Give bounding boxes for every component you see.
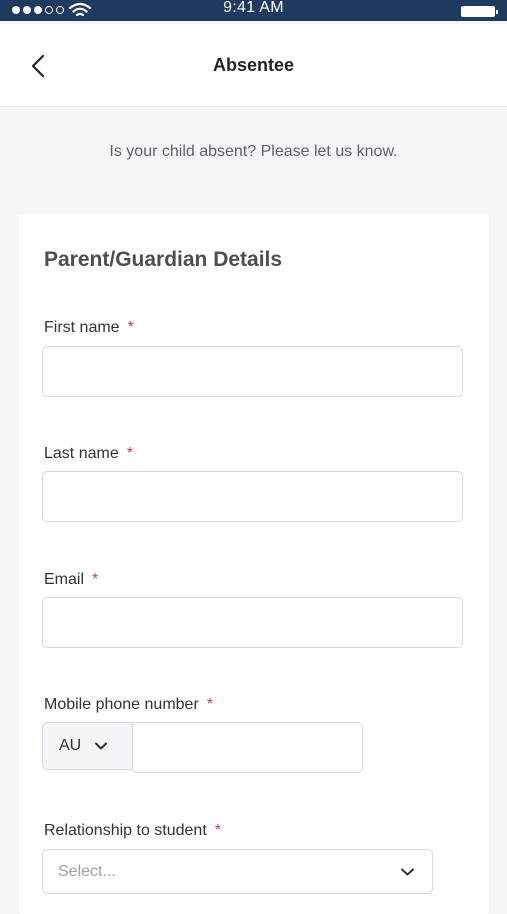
first-name-label-text: First name	[44, 319, 120, 336]
page-title: Absentee	[212, 55, 295, 75]
email-field[interactable]	[42, 597, 463, 648]
chevron-down-icon	[401, 868, 414, 875]
status-time: 9:41 AM	[223, 0, 284, 16]
country-code-value: AU	[59, 737, 82, 754]
section-title: Parent/Guardian Details	[44, 248, 283, 271]
required-marker: *	[92, 571, 99, 588]
email-label-text: Email	[44, 571, 85, 588]
relationship-placeholder: Select...	[58, 862, 116, 880]
relationship-label-text: Relationship to student	[44, 822, 207, 839]
status-bar: 9:41 AM	[0, 0, 507, 21]
navigation-bar: Absentee	[0, 24, 507, 107]
country-code-select[interactable]: AU	[42, 722, 133, 770]
chevron-down-icon	[95, 742, 108, 750]
relationship-select[interactable]: Select...	[42, 849, 433, 894]
required-marker: *	[126, 445, 133, 462]
mobile-label: Mobile phone number *	[44, 696, 213, 714]
mobile-phone-field[interactable]	[132, 722, 363, 773]
intro-text: Is your child absent? Please let us know…	[109, 143, 398, 160]
required-marker: *	[206, 696, 213, 713]
last-name-label-text: Last name	[44, 445, 119, 462]
mobile-label-text: Mobile phone number	[44, 696, 199, 713]
required-marker: *	[127, 319, 134, 336]
last-name-field[interactable]	[42, 471, 463, 522]
last-name-label: Last name *	[44, 445, 133, 463]
parent-details-card: Parent/Guardian Details First name * Last…	[19, 214, 489, 914]
required-marker: *	[214, 822, 222, 839]
relationship-label: Relationship to student *	[44, 822, 221, 840]
first-name-label: First name *	[44, 319, 134, 337]
first-name-field[interactable]	[42, 346, 463, 397]
battery-icon	[461, 6, 498, 17]
email-label: Email *	[44, 571, 98, 589]
